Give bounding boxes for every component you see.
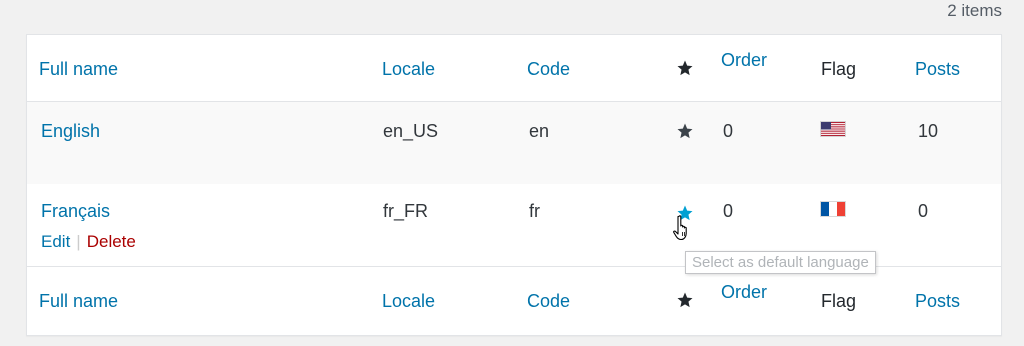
column-posts[interactable]: Posts	[915, 59, 960, 80]
language-posts: 0	[918, 201, 929, 221]
separator: |	[76, 232, 81, 251]
fr-flag-icon	[821, 202, 845, 216]
column-flag: Flag	[821, 59, 857, 79]
table-row: English en_US en 0 10	[27, 102, 1001, 184]
column-full-name[interactable]: Full name	[39, 291, 118, 312]
tooltip: Select as default language	[685, 251, 876, 274]
edit-link[interactable]: Edit	[41, 232, 70, 251]
column-code[interactable]: Code	[527, 291, 570, 312]
language-name-link[interactable]: English	[41, 121, 100, 142]
language-code: en	[529, 121, 550, 141]
column-locale[interactable]: Locale	[382, 291, 435, 312]
table-header: Full name Locale Code Order Flag Posts	[27, 35, 1001, 102]
table-footer: Full name Locale Code Order Flag Posts	[27, 266, 1001, 335]
column-code[interactable]: Code	[527, 59, 570, 80]
column-full-name[interactable]: Full name	[39, 59, 118, 80]
items-count: 2 items	[947, 1, 1002, 20]
column-order[interactable]: Order	[721, 282, 767, 303]
language-order: 0	[723, 121, 734, 141]
language-code: fr	[529, 201, 540, 221]
row-actions: Edit | Delete	[41, 232, 136, 252]
default-language-column-star-icon	[676, 59, 694, 77]
language-locale: fr_FR	[383, 201, 428, 221]
language-name-link[interactable]: Français	[41, 201, 110, 222]
column-posts[interactable]: Posts	[915, 291, 960, 312]
column-locale[interactable]: Locale	[382, 59, 435, 80]
default-language-star-icon[interactable]	[676, 122, 694, 140]
language-order: 0	[723, 201, 734, 221]
default-language-column-star-icon	[676, 291, 694, 309]
us-flag-icon	[821, 122, 845, 136]
language-posts: 10	[918, 121, 939, 141]
hand-cursor-icon	[672, 214, 696, 249]
column-order[interactable]: Order	[721, 50, 767, 71]
delete-link[interactable]: Delete	[87, 232, 136, 251]
languages-table: Full name Locale Code Order Flag Posts E…	[26, 34, 1002, 336]
column-flag: Flag	[821, 291, 857, 311]
language-locale: en_US	[383, 121, 439, 141]
